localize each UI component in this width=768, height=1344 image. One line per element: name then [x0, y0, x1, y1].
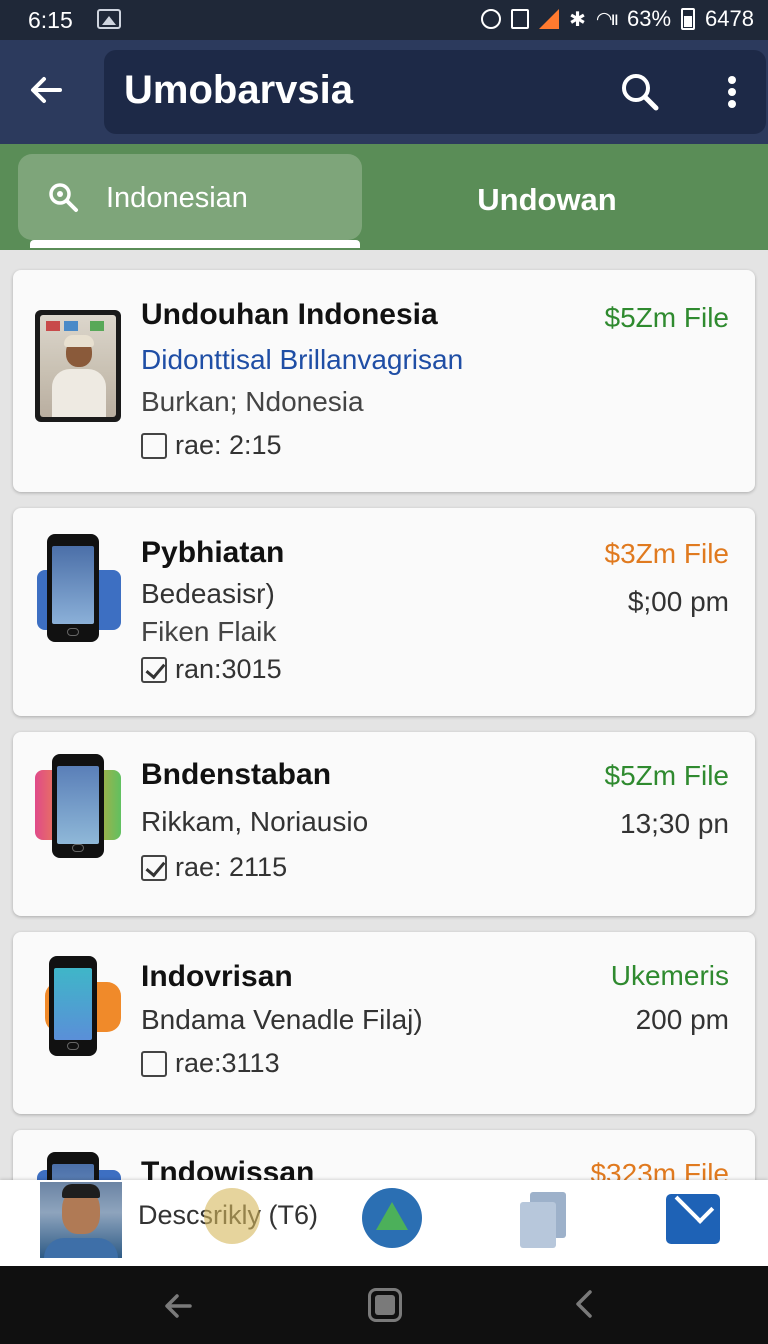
- item-subtitle: Bndama Venadle Filaj): [141, 1004, 423, 1035]
- page-title: Umobarvsia: [124, 68, 353, 112]
- item-meta: rae: 2115: [141, 852, 287, 883]
- item-time: $;00 pm: [627, 586, 729, 617]
- recents-icon[interactable]: [568, 1286, 604, 1322]
- avatar[interactable]: [40, 1182, 122, 1258]
- coin-icon[interactable]: [204, 1188, 260, 1244]
- home-icon[interactable]: [368, 1288, 402, 1322]
- list-item[interactable]: Tndowissan $323m File: [13, 1130, 755, 1180]
- item-time: 200 pm: [635, 1004, 729, 1035]
- result-list: Undouhan Indonesia Didonttisal Brillanva…: [0, 250, 768, 1180]
- item-name: Pybhiatan: [141, 536, 285, 569]
- phone-icon: [35, 1152, 121, 1180]
- list-item[interactable]: Bndenstaban Rikkam, Noriausio rae: 2115 …: [13, 732, 755, 916]
- alarm-icon: [481, 9, 502, 29]
- item-checkbox[interactable]: [141, 656, 167, 683]
- item-thumbnail: [35, 310, 121, 422]
- item-subtitle: Rikkam, Noriausio: [141, 806, 369, 837]
- item-meta-text: rae: 2:15: [175, 430, 282, 460]
- phone-icon: [35, 532, 121, 644]
- tab-indicator: [30, 240, 360, 248]
- title-box: Umobarvsia: [104, 50, 766, 134]
- battery-icon: [681, 8, 696, 30]
- item-meta-text: rae:3113: [175, 1048, 280, 1078]
- status-icons: ✱ ◠ıı 63% 6478: [481, 6, 754, 32]
- mail-icon[interactable]: [666, 1194, 720, 1244]
- tab-bar: Indonesian Undowan: [0, 144, 768, 250]
- item-price: $5Zm File: [604, 302, 729, 333]
- list-item[interactable]: Indovrisan Bndama Venadle Filaj) rae:311…: [13, 932, 755, 1114]
- system-nav-bar: [0, 1266, 768, 1344]
- item-meta: rae: 2:15: [141, 430, 282, 461]
- item-price: $323m File: [590, 1158, 729, 1180]
- bluetooth-icon: ✱: [569, 8, 586, 31]
- item-name: Bndenstaban: [141, 758, 332, 791]
- copy-icon[interactable]: [520, 1192, 570, 1248]
- item-meta-text: rae: 2115: [175, 852, 288, 882]
- back-icon[interactable]: [160, 1288, 196, 1324]
- status-bar: 6:15 ✱ ◠ıı 63% 6478: [0, 0, 768, 40]
- back-arrow-icon[interactable]: [22, 66, 70, 114]
- item-meta: rae:3113: [141, 1048, 280, 1079]
- nfc-icon: [511, 9, 530, 29]
- item-price: $5Zm File: [604, 760, 729, 791]
- item-time: 13;30 pn: [620, 808, 729, 839]
- item-name: Indovrisan: [141, 960, 293, 993]
- wifi-icon: ◠ıı: [595, 8, 619, 30]
- item-checkbox[interactable]: [141, 432, 167, 459]
- cellular-signal-icon: [539, 9, 560, 29]
- search-icon: [46, 180, 80, 214]
- item-price: Ukemeris: [610, 960, 729, 991]
- item-name: Undouhan Indonesia: [141, 298, 438, 331]
- tab-indonesian[interactable]: Indonesian: [18, 154, 362, 240]
- phone-icon: [35, 956, 121, 1068]
- item-location: Fiken Flaik: [141, 616, 277, 647]
- tab-undowan[interactable]: Undowan: [372, 154, 722, 240]
- bottom-bar: Descsrikly (T6): [0, 1180, 768, 1266]
- list-item[interactable]: Pybhiatan Bedeasisr) Fiken Flaik ran:301…: [13, 508, 755, 716]
- item-meta-text: ran:3015: [175, 654, 282, 684]
- item-price: $3Zm File: [604, 538, 729, 569]
- more-vert-icon[interactable]: [712, 68, 752, 116]
- item-checkbox[interactable]: [141, 854, 167, 881]
- item-subtitle: Bedeasisr): [141, 578, 275, 609]
- search-icon[interactable]: [616, 68, 664, 116]
- tab-label: Undowan: [477, 182, 617, 217]
- item-meta: ran:3015: [141, 654, 282, 685]
- gallery-icon: [97, 9, 121, 29]
- tab-label: Indonesian: [106, 182, 248, 214]
- item-location: Burkan; Ndonesia: [141, 386, 364, 417]
- item-checkbox[interactable]: [141, 1050, 167, 1077]
- status-extra: 6478: [705, 6, 754, 31]
- app-bar: Umobarvsia: [0, 40, 768, 144]
- item-subtitle-link[interactable]: Didonttisal Brillanvagrisan: [141, 344, 463, 376]
- status-time: 6:15: [28, 7, 73, 33]
- drive-icon[interactable]: [362, 1188, 422, 1248]
- item-name: Tndowissan: [141, 1156, 315, 1180]
- battery-percent: 63%: [627, 6, 672, 31]
- list-item[interactable]: Undouhan Indonesia Didonttisal Brillanva…: [13, 270, 755, 492]
- phone-icon: [35, 754, 121, 866]
